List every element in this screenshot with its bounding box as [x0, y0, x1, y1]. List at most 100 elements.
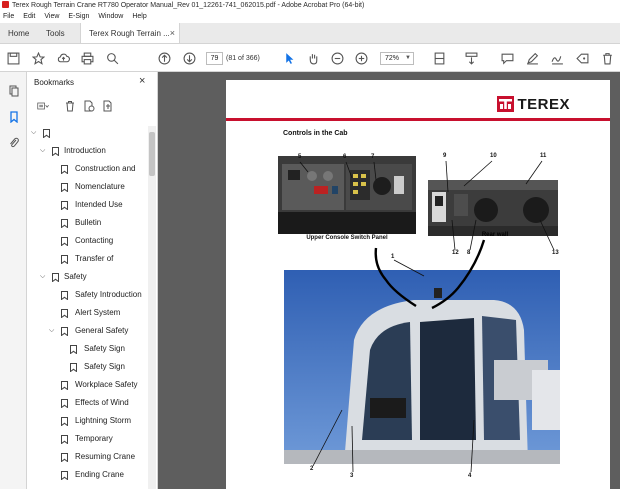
page-count-label: (81 of 366)	[226, 55, 260, 62]
page-display-icon[interactable]	[432, 51, 446, 65]
chevron-down-icon[interactable]: ⌵	[31, 126, 39, 140]
menu-view[interactable]: View	[44, 11, 59, 23]
tab-home[interactable]: Home	[0, 23, 38, 43]
next-page-icon[interactable]	[182, 51, 196, 65]
bookmark-flag-icon	[61, 237, 68, 246]
previous-page-icon[interactable]	[157, 51, 171, 65]
delete-trash-icon[interactable]	[600, 51, 614, 65]
close-tab-icon[interactable]: ×	[170, 23, 175, 43]
bookmark-flag-icon	[61, 309, 68, 318]
menu-help[interactable]: Help	[132, 11, 146, 23]
chevron-down-icon[interactable]: ⌵	[40, 144, 48, 158]
zoom-out-icon[interactable]	[330, 51, 344, 65]
bookmarks-panel-title: Bookmarks	[34, 78, 75, 87]
tab-bar: Home Tools Terex Rough Terrain ... ×	[0, 23, 620, 44]
bookmarks-scrollbar[interactable]	[148, 126, 156, 489]
bookmark-flag-icon	[61, 381, 68, 390]
chevron-down-icon: ▼	[405, 55, 411, 61]
bookmark-flag-icon	[61, 417, 68, 426]
bookmark-label: Introduction	[64, 146, 106, 155]
window-title: Terex Rough Terrain Crane RT780 Operator…	[12, 2, 365, 9]
bookmark-label: Safety Sign	[84, 344, 125, 353]
bookmark-flag-icon	[52, 273, 59, 282]
bookmark-label: Safety Sign	[84, 362, 125, 371]
cloud-upload-icon[interactable]	[56, 51, 70, 65]
menu-esign[interactable]: E-Sign	[68, 11, 89, 23]
bookmark-label: Nomenclature	[75, 182, 125, 191]
hand-tool-icon[interactable]	[306, 51, 320, 65]
bookmark-label: Resuming Crane	[75, 452, 136, 461]
bookmark-label: General Safety	[75, 326, 129, 335]
tab-tools[interactable]: Tools	[38, 23, 80, 43]
bookmark-flag-icon	[70, 345, 77, 354]
bookmark-flag-icon	[61, 255, 68, 264]
bookmark-label: Transfer of	[75, 254, 114, 263]
bookmark-label: Temporary	[75, 434, 113, 443]
bookmark-flag-icon	[61, 183, 68, 192]
bookmark-label: Intended Use	[75, 200, 123, 209]
menu-file[interactable]: File	[3, 11, 14, 23]
chevron-down-icon[interactable]: ⌵	[40, 270, 48, 284]
sign-icon[interactable]	[550, 51, 564, 65]
menu-window[interactable]: Window	[98, 11, 123, 23]
new-bookmark-icon[interactable]	[82, 99, 95, 112]
attachments-paperclip-icon[interactable]	[7, 136, 20, 149]
expand-bookmark-icon[interactable]	[101, 99, 114, 112]
delete-bookmark-icon[interactable]	[63, 99, 76, 112]
bookmark-flag-icon	[61, 201, 68, 210]
zoom-level-select[interactable]: 72% ▼	[380, 52, 414, 65]
zoom-in-icon[interactable]	[354, 51, 368, 65]
acrobat-app-icon	[2, 1, 9, 8]
bookmark-label: Ending Crane	[75, 470, 124, 479]
scrollbar-thumb[interactable]	[149, 132, 155, 176]
tab-document[interactable]: Terex Rough Terrain ... ×	[80, 23, 180, 43]
zoom-search-icon[interactable]	[105, 51, 119, 65]
document-viewer[interactable]: TEREX Controls in the Cab Upper Console …	[158, 72, 620, 489]
bookmark-label: Construction and	[75, 164, 136, 173]
bookmarks-panel-icon[interactable]	[7, 110, 20, 123]
pdf-page: TEREX Controls in the Cab Upper Console …	[226, 80, 610, 489]
select-cursor-icon[interactable]	[282, 51, 296, 65]
navigation-rail	[0, 72, 27, 489]
bookmark-flag-icon	[61, 219, 68, 228]
main-toolbar: 79 (81 of 366) 72% ▼	[0, 45, 620, 72]
bookmark-label: Safety Introduction	[75, 290, 142, 299]
bookmarks-toolbar	[27, 96, 158, 116]
bookmark-star-icon[interactable]	[31, 51, 45, 65]
page-number-input[interactable]: 79	[206, 52, 223, 65]
menu-edit[interactable]: Edit	[23, 11, 35, 23]
bookmark-label: Bulletin	[75, 218, 102, 227]
bookmark-options-icon[interactable]	[34, 99, 52, 112]
bookmark-label: Alert System	[75, 308, 121, 317]
callout-leader-lines	[299, 160, 555, 473]
bookmark-flag-icon	[61, 435, 68, 444]
bookmark-label: Effects of Wind	[75, 398, 129, 407]
bookmark-flag-icon	[70, 363, 77, 372]
bookmark-flag-icon	[61, 471, 68, 480]
bookmark-flag-icon	[43, 129, 50, 138]
bookmark-label: Workplace Safety	[75, 380, 138, 389]
bookmark-flag-icon	[61, 165, 68, 174]
save-icon[interactable]	[6, 51, 20, 65]
zoom-level-value: 72%	[385, 55, 400, 62]
bookmark-flag-icon	[61, 399, 68, 408]
menu-bar: File Edit View E-Sign Window Help	[0, 11, 620, 23]
print-icon[interactable]	[80, 51, 94, 65]
scroll-mode-icon[interactable]	[464, 51, 478, 65]
tab-document-label: Terex Rough Terrain ...	[89, 29, 170, 38]
highlight-pen-icon[interactable]	[525, 51, 539, 65]
close-panel-icon[interactable]: ×	[139, 75, 145, 87]
bookmark-flag-icon	[61, 327, 68, 336]
share-tag-icon[interactable]	[575, 51, 589, 65]
window-title-bar: Terex Rough Terrain Crane RT780 Operator…	[0, 0, 620, 11]
bookmark-label: Lightning Storm	[75, 416, 132, 425]
comment-icon[interactable]	[500, 51, 514, 65]
bookmark-flag-icon	[61, 291, 68, 300]
bookmark-label: Safety	[64, 272, 87, 281]
chevron-down-icon[interactable]: ⌵	[49, 324, 57, 338]
bookmark-flag-icon	[61, 453, 68, 462]
bookmark-label: Contacting	[75, 236, 114, 245]
bookmarks-panel: Bookmarks × ⌵ ⌵ Introduction Constructio…	[27, 72, 158, 489]
page-thumbnails-icon[interactable]	[7, 84, 20, 97]
bookmark-flag-icon	[52, 147, 59, 156]
